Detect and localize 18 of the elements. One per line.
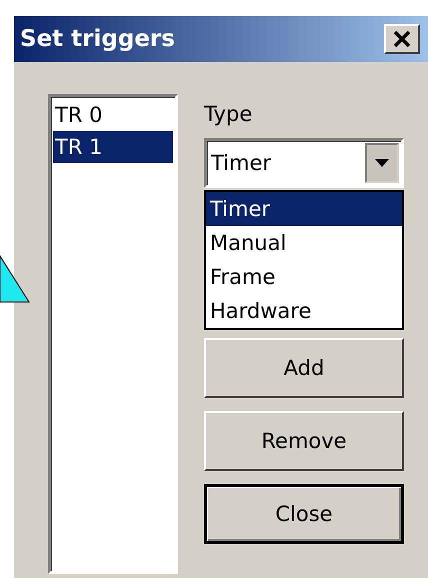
close-button[interactable]	[384, 24, 420, 54]
callout-arrow	[0, 255, 30, 303]
type-label: Type	[204, 102, 254, 128]
dialog-button[interactable]: Close	[204, 484, 404, 544]
dropdown-option[interactable]: Hardware	[206, 294, 402, 328]
list-item[interactable]: TR 1	[53, 131, 173, 163]
dropdown-option[interactable]: Frame	[206, 260, 402, 294]
caret-icon	[375, 159, 389, 167]
dropdown-button[interactable]	[365, 143, 399, 183]
type-dropdown[interactable]: Timer	[204, 138, 404, 188]
close-icon	[392, 30, 412, 48]
dropdown-option[interactable]: Manual	[206, 226, 402, 260]
list-item[interactable]: TR 0	[53, 99, 173, 131]
window-title: Set triggers	[20, 26, 175, 52]
dialog-button[interactable]: Add	[204, 338, 404, 398]
dropdown-option[interactable]: Timer	[206, 192, 402, 226]
dialog-button[interactable]: Remove	[204, 411, 404, 471]
trigger-list[interactable]: TR 0 TR 1	[48, 94, 178, 574]
